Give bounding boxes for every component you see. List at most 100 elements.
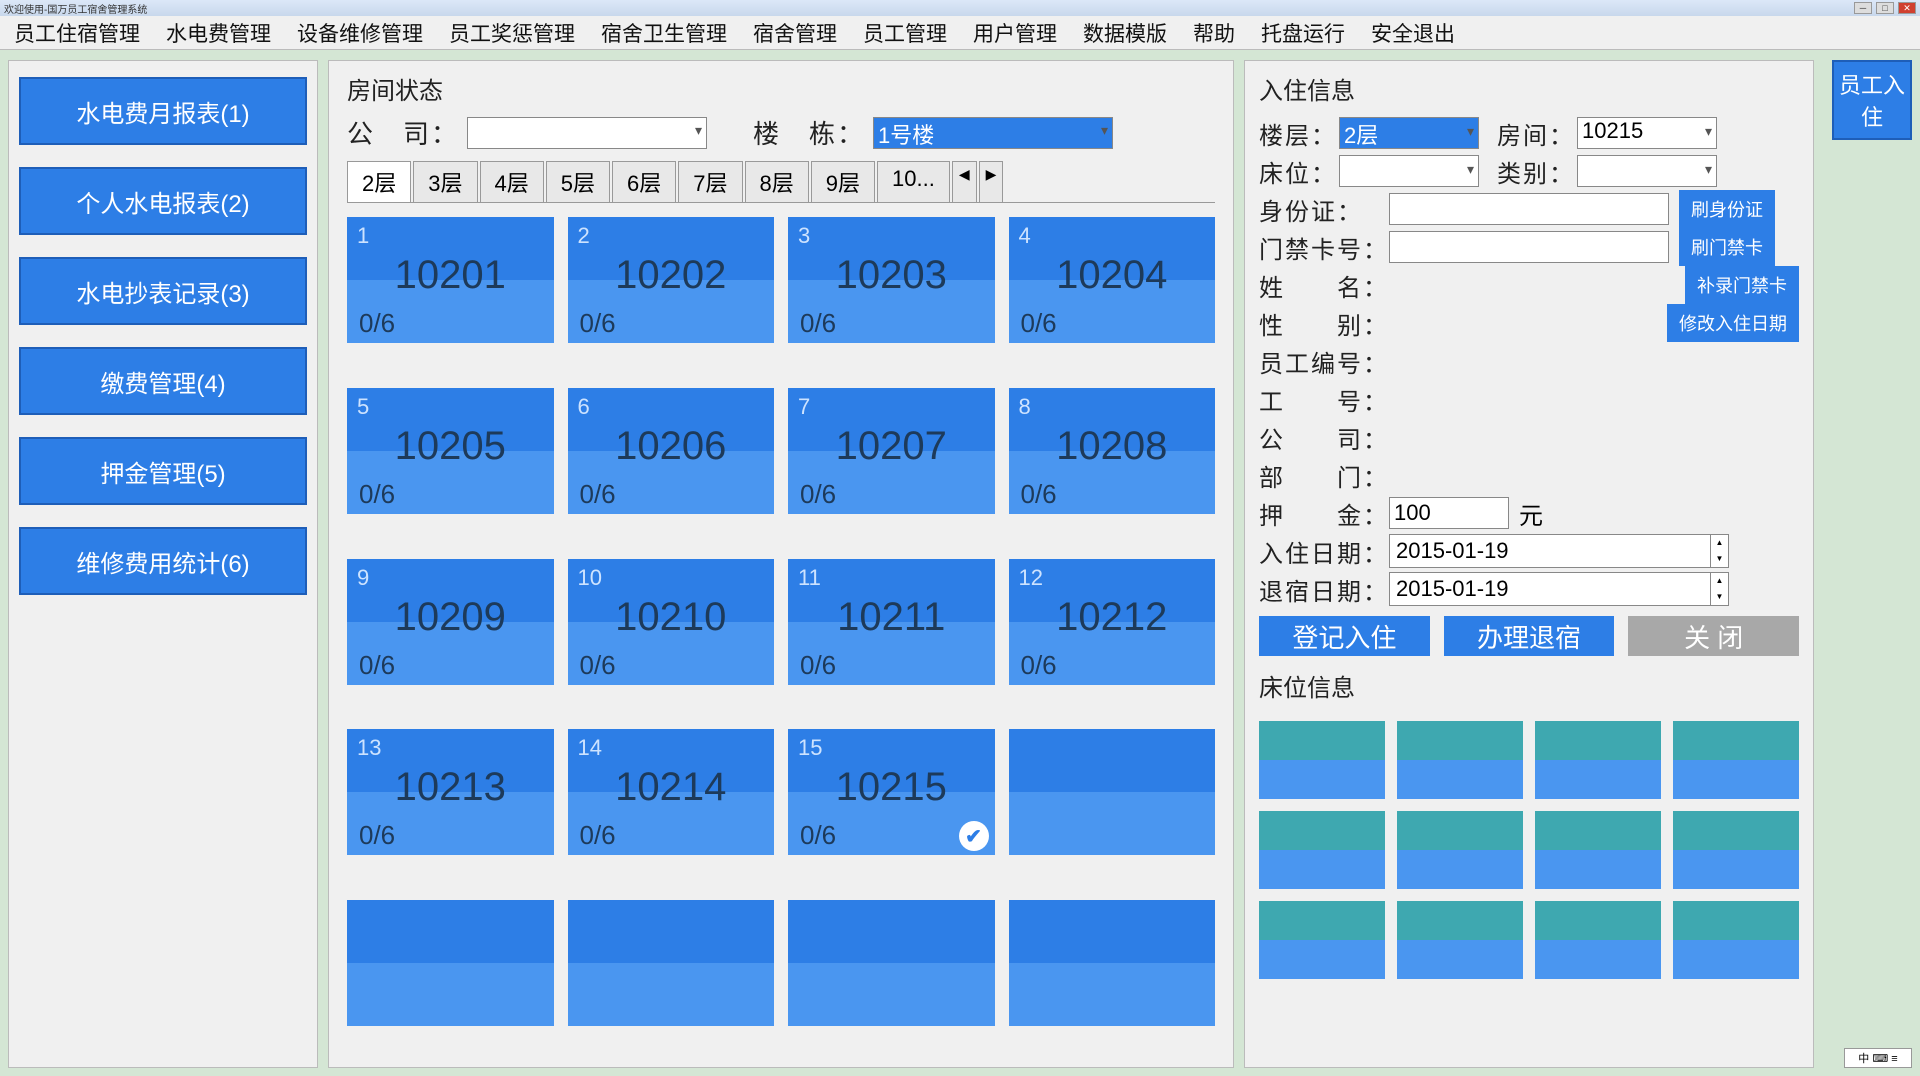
- scan-id-button[interactable]: 刷身份证: [1679, 190, 1775, 228]
- indate-label: 入住日期：: [1259, 534, 1379, 569]
- room-occupancy: 0/6: [580, 650, 616, 681]
- room-occupancy: 0/6: [359, 650, 395, 681]
- scan-card-button[interactable]: 刷门禁卡: [1679, 228, 1775, 266]
- company-select[interactable]: [467, 117, 707, 149]
- menu-item-9[interactable]: 帮助: [1187, 16, 1241, 50]
- floor-tab-8[interactable]: 10...: [877, 161, 950, 202]
- title-bar: 欢迎使用-国万员工宿舍管理系统 ─ □ ✕: [0, 0, 1920, 16]
- room-tile[interactable]: 11102110/6: [788, 559, 995, 685]
- menu-item-8[interactable]: 数据模版: [1077, 16, 1173, 50]
- room-tile[interactable]: 6102060/6: [568, 388, 775, 514]
- outdate-input[interactable]: 2015-01-19 ▲▼: [1389, 572, 1729, 606]
- sidebar-button-5[interactable]: 维修费用统计(6): [19, 527, 307, 595]
- menu-item-0[interactable]: 员工住宿管理: [8, 16, 146, 50]
- bed-tile[interactable]: [1397, 901, 1523, 979]
- room-tile[interactable]: 13102130/6: [347, 729, 554, 855]
- bed-select[interactable]: [1339, 155, 1479, 187]
- floor-tab-6[interactable]: 8层: [745, 161, 809, 202]
- building-label: 楼 栋：: [753, 114, 865, 151]
- room-tile[interactable]: 1102010/6: [347, 217, 554, 343]
- menu-item-4[interactable]: 宿舍卫生管理: [595, 16, 733, 50]
- close-panel-button[interactable]: 关 闭: [1628, 616, 1799, 656]
- floor-tab-3[interactable]: 5层: [546, 161, 610, 202]
- room-tile[interactable]: 5102050/6: [347, 388, 554, 514]
- sidebar-button-0[interactable]: 水电费月报表(1): [19, 77, 307, 145]
- bed-tile[interactable]: [1259, 901, 1385, 979]
- card-input[interactable]: [1389, 231, 1669, 263]
- menu-item-6[interactable]: 员工管理: [857, 16, 953, 50]
- bed-tile[interactable]: [1673, 721, 1799, 799]
- maximize-button[interactable]: □: [1876, 2, 1894, 14]
- room-tile[interactable]: 15102150/6✔: [788, 729, 995, 855]
- bed-tile[interactable]: [1259, 811, 1385, 889]
- room-tile[interactable]: [1009, 729, 1216, 855]
- close-button[interactable]: ✕: [1898, 2, 1916, 14]
- room-select[interactable]: 10215: [1577, 117, 1717, 149]
- room-tile[interactable]: 2102020/6: [568, 217, 775, 343]
- bed-tile[interactable]: [1397, 721, 1523, 799]
- tab-scroll-icon[interactable]: ▶: [979, 161, 1004, 202]
- spin-up-icon[interactable]: ▲: [1710, 573, 1728, 589]
- menu-item-10[interactable]: 托盘运行: [1255, 16, 1351, 50]
- room-occupancy: 0/6: [1021, 308, 1057, 339]
- checkout-button[interactable]: 办理退宿: [1444, 616, 1615, 656]
- room-tile[interactable]: 3102030/6: [788, 217, 995, 343]
- deposit-input[interactable]: [1389, 497, 1509, 529]
- indate-input[interactable]: 2015-01-19 ▲▼: [1389, 534, 1729, 568]
- room-tile[interactable]: [347, 900, 554, 1026]
- employee-checkin-button[interactable]: 员工入住: [1832, 60, 1912, 140]
- bed-tile[interactable]: [1397, 811, 1523, 889]
- spin-up-icon[interactable]: ▲: [1710, 535, 1728, 551]
- tab-scroll-icon[interactable]: ◀: [952, 161, 977, 202]
- room-index: 14: [578, 735, 765, 761]
- spin-down-icon[interactable]: ▼: [1710, 589, 1728, 605]
- minimize-button[interactable]: ─: [1854, 2, 1872, 14]
- bed-tile[interactable]: [1535, 901, 1661, 979]
- bed-tile[interactable]: [1673, 901, 1799, 979]
- room-tile[interactable]: 8102080/6: [1009, 388, 1216, 514]
- floor-tab-4[interactable]: 6层: [612, 161, 676, 202]
- room-tile[interactable]: 4102040/6: [1009, 217, 1216, 343]
- bed-tile[interactable]: [1535, 721, 1661, 799]
- building-select[interactable]: 1号楼: [873, 117, 1113, 149]
- spin-down-icon[interactable]: ▼: [1710, 551, 1728, 567]
- menu-item-7[interactable]: 用户管理: [967, 16, 1063, 50]
- floor-tab-0[interactable]: 2层: [347, 161, 411, 202]
- room-tile[interactable]: 14102140/6: [568, 729, 775, 855]
- bed-tile[interactable]: [1259, 721, 1385, 799]
- type-select[interactable]: [1577, 155, 1717, 187]
- menu-item-11[interactable]: 安全退出: [1365, 16, 1461, 50]
- sidebar-button-3[interactable]: 缴费管理(4): [19, 347, 307, 415]
- room-tile[interactable]: 12102120/6: [1009, 559, 1216, 685]
- jobno-label: 工 号：: [1259, 382, 1379, 417]
- id-input[interactable]: [1389, 193, 1669, 225]
- floor-label: 楼层：: [1259, 116, 1329, 151]
- floor-tab-7[interactable]: 9层: [811, 161, 875, 202]
- floor-tab-2[interactable]: 4层: [480, 161, 544, 202]
- register-button[interactable]: 登记入住: [1259, 616, 1430, 656]
- room-tile[interactable]: [568, 900, 775, 1026]
- modify-date-button[interactable]: 修改入住日期: [1667, 304, 1799, 342]
- sidebar-button-2[interactable]: 水电抄表记录(3): [19, 257, 307, 325]
- menu-item-1[interactable]: 水电费管理: [160, 16, 277, 50]
- room-tile[interactable]: 9102090/6: [347, 559, 554, 685]
- room-number: 10211: [798, 595, 985, 640]
- floor-tab-1[interactable]: 3层: [413, 161, 477, 202]
- bed-tile[interactable]: [1535, 811, 1661, 889]
- menu-item-5[interactable]: 宿舍管理: [747, 16, 843, 50]
- room-tile[interactable]: 10102100/6: [568, 559, 775, 685]
- floor-select[interactable]: 2层: [1339, 117, 1479, 149]
- room-tile[interactable]: [1009, 900, 1216, 1026]
- reissue-card-button[interactable]: 补录门禁卡: [1685, 266, 1799, 304]
- bed-tile[interactable]: [1673, 811, 1799, 889]
- room-number: 10215: [798, 765, 985, 810]
- room-number: 10210: [578, 595, 765, 640]
- menu-item-2[interactable]: 设备维修管理: [291, 16, 429, 50]
- room-tile[interactable]: 7102070/6: [788, 388, 995, 514]
- menu-item-3[interactable]: 员工奖惩管理: [443, 16, 581, 50]
- floor-tab-5[interactable]: 7层: [678, 161, 742, 202]
- ime-tray[interactable]: 中 ⌨ ≡: [1844, 1048, 1912, 1068]
- room-tile[interactable]: [788, 900, 995, 1026]
- sidebar-button-4[interactable]: 押金管理(5): [19, 437, 307, 505]
- sidebar-button-1[interactable]: 个人水电报表(2): [19, 167, 307, 235]
